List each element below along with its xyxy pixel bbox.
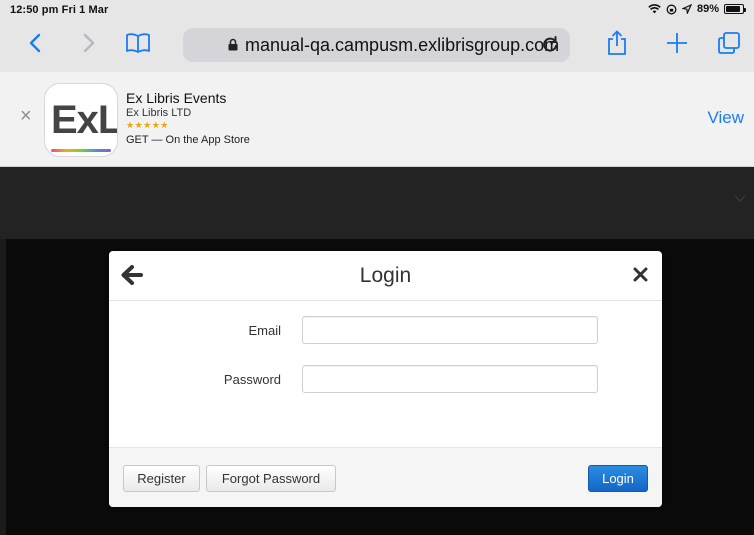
lock-icon	[228, 38, 238, 51]
share-icon	[608, 30, 626, 55]
reload-icon[interactable]	[542, 36, 558, 53]
location-icon	[681, 4, 692, 14]
app-title: Ex Libris Events	[126, 90, 227, 106]
app-logo-text: ExL	[51, 98, 118, 142]
new-tab-button[interactable]	[660, 26, 694, 60]
app-logo-stripe	[51, 149, 111, 152]
app-get-text: GET — On the App Store	[126, 134, 250, 146]
smart-app-banner: × ExL Ex Libris Events Ex Libris LTD ★★★…	[0, 72, 754, 167]
browser-chrome: 12:50 pm Fri 1 Mar 89% manual-qa.campusm…	[0, 0, 754, 72]
bookmarks-button[interactable]	[121, 26, 155, 60]
app-rating-stars: ★★★★★	[126, 120, 169, 130]
chevron-down-icon[interactable]	[734, 195, 746, 203]
back-button[interactable]	[18, 26, 52, 60]
browser-toolbar: manual-qa.campusm.exlibrisgroup.com	[0, 20, 754, 70]
close-icon[interactable]	[633, 267, 648, 282]
status-time: 12:50 pm Fri 1 Mar	[10, 4, 109, 16]
forgot-password-button[interactable]: Forgot Password	[206, 465, 336, 492]
address-bar[interactable]: manual-qa.campusm.exlibrisgroup.com	[183, 28, 570, 62]
password-label: Password	[223, 372, 281, 387]
share-button[interactable]	[600, 26, 634, 60]
modal-title: Login	[359, 264, 412, 287]
view-app-link[interactable]: View	[707, 108, 744, 128]
login-modal: Login Email Password Register Forgot Pas…	[109, 251, 662, 507]
back-chevron-icon	[29, 33, 41, 53]
forward-chevron-icon	[83, 33, 95, 53]
login-button[interactable]: Login	[588, 465, 648, 492]
app-icon[interactable]: ExL	[44, 83, 118, 157]
email-field[interactable]	[302, 316, 598, 344]
wifi-icon	[648, 4, 661, 14]
modal-header: Login	[109, 251, 662, 301]
tabs-icon	[718, 32, 740, 54]
forward-button[interactable]	[72, 26, 106, 60]
url-text: manual-qa.campusm.exlibrisgroup.com	[245, 35, 560, 55]
tabs-button[interactable]	[712, 26, 746, 60]
page-header	[0, 167, 754, 239]
app-vendor: Ex Libris LTD	[126, 107, 192, 119]
banner-close-icon[interactable]: ×	[20, 106, 32, 126]
modal-footer: Register Forgot Password Login	[109, 447, 662, 507]
orientation-lock-icon	[666, 4, 677, 14]
battery-level	[726, 6, 740, 12]
battery-icon	[724, 4, 746, 14]
screen: 12:50 pm Fri 1 Mar 89% manual-qa.campusm…	[0, 0, 754, 535]
plus-icon	[667, 33, 687, 53]
bookmarks-book-icon	[126, 33, 150, 53]
login-form: Email Password	[109, 302, 662, 447]
battery-percent: 89%	[696, 3, 719, 15]
status-bar: 12:50 pm Fri 1 Mar 89%	[0, 0, 754, 20]
password-field[interactable]	[302, 365, 598, 393]
register-button[interactable]: Register	[123, 465, 200, 492]
email-label: Email	[248, 323, 281, 338]
status-right: 89%	[648, 3, 746, 15]
